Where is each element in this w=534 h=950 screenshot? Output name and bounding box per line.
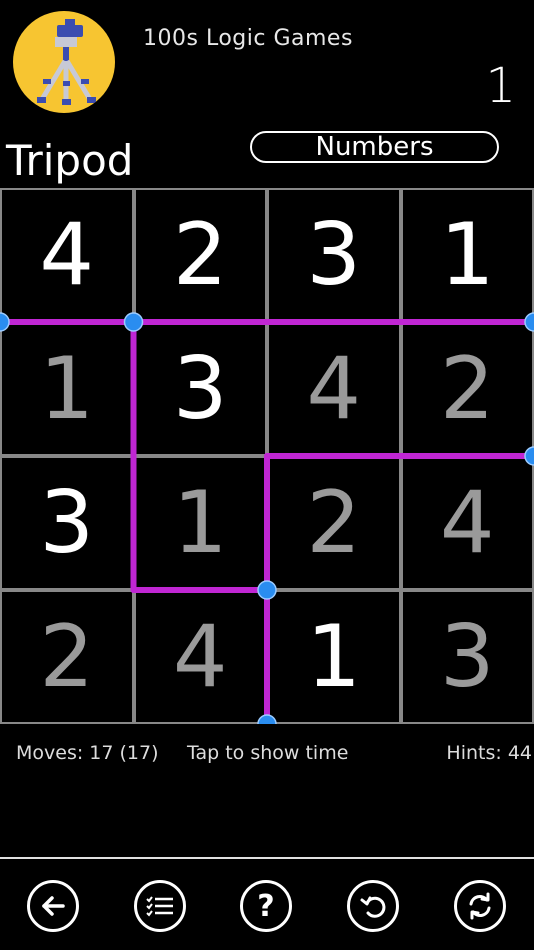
grid-cell[interactable]: 4 <box>400 456 534 590</box>
undo-icon <box>360 896 386 918</box>
arrow-left-icon <box>42 896 65 916</box>
timer-toggle[interactable]: Tap to show time <box>187 742 348 764</box>
back-button[interactable] <box>27 880 79 932</box>
undo-button[interactable] <box>347 880 399 932</box>
game-title: Tripod <box>6 136 134 185</box>
help-button[interactable]: ? <box>240 880 292 932</box>
grid-cell[interactable]: 2 <box>133 188 267 322</box>
grid-cell[interactable]: 1 <box>267 590 401 724</box>
grid-cell[interactable]: 2 <box>400 322 534 456</box>
hints-counter[interactable]: Hints: 44 <box>446 742 532 764</box>
grid-cell[interactable]: 1 <box>400 188 534 322</box>
grid-cell[interactable]: 4 <box>133 590 267 724</box>
list-button[interactable] <box>134 880 186 932</box>
checklist-icon <box>146 896 173 917</box>
grid-cell[interactable]: 2 <box>267 456 401 590</box>
tripod-icon <box>37 19 96 105</box>
app-title: 100s Logic Games <box>143 26 353 51</box>
grid-cell[interactable]: 3 <box>267 188 401 322</box>
app-logo <box>13 11 115 113</box>
grid-cell[interactable]: 3 <box>400 590 534 724</box>
moves-counter: Moves: 17 (17) <box>16 742 159 764</box>
toolbar-divider <box>0 857 534 859</box>
refresh-icon <box>469 892 491 920</box>
restart-button[interactable] <box>454 880 506 932</box>
grid-cell[interactable]: 2 <box>0 590 134 724</box>
question-icon: ? <box>257 888 275 924</box>
level-number: 1 <box>485 58 516 114</box>
grid-cell[interactable]: 1 <box>0 322 134 456</box>
numbers-mode-button[interactable]: Numbers <box>250 131 499 163</box>
grid-cell[interactable]: 3 <box>0 456 134 590</box>
puzzle-grid[interactable]: 4231134231242413 <box>0 188 534 724</box>
grid-cell[interactable]: 4 <box>267 322 401 456</box>
grid-cell[interactable]: 4 <box>0 188 134 322</box>
grid-cell[interactable]: 3 <box>133 322 267 456</box>
grid-cell[interactable]: 1 <box>133 456 267 590</box>
